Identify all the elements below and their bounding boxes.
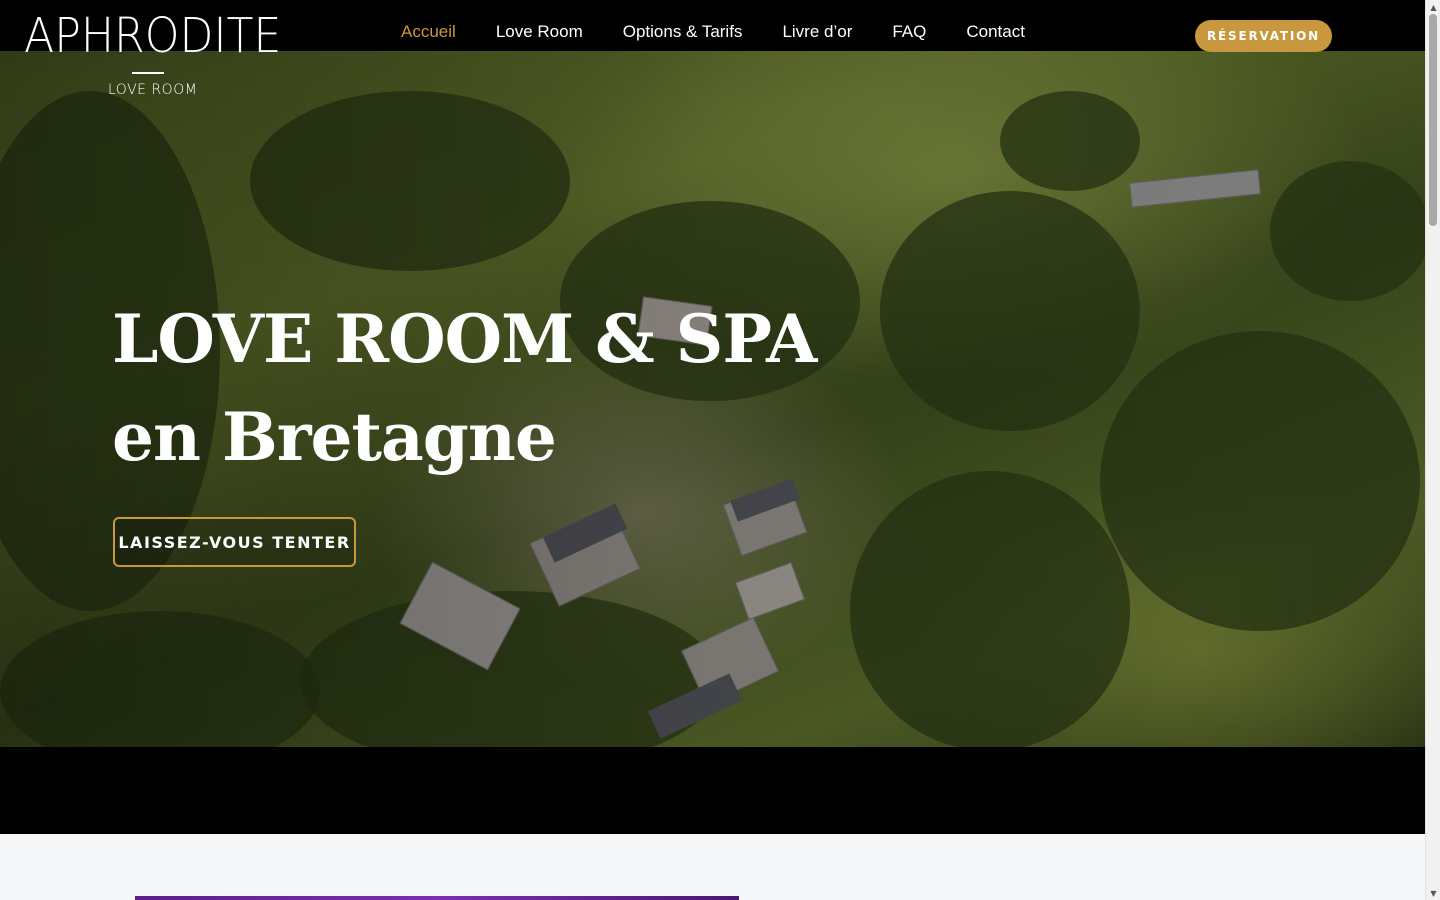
logo-divider [132,72,164,74]
chevron-down-icon[interactable]: ▼ [1426,886,1440,900]
content-image-top-edge [135,896,739,900]
nav-item-love-room[interactable]: Love Room [496,22,583,42]
hero-title-line-2: en Bretagne [112,398,557,476]
nav-item-options-tarifs[interactable]: Options & Tarifs [623,22,743,42]
main-nav: Accueil Love Room Options & Tarifs Livre… [401,22,1065,42]
nav-item-faq[interactable]: FAQ [892,22,926,42]
chevron-up-icon[interactable]: ▲ [1426,0,1440,14]
laissez-vous-tenter-button[interactable]: LAISSEZ-VOUS TENTER [113,517,356,567]
brand-tagline: LOVE ROOM [108,82,198,98]
section-divider-band [0,747,1425,834]
hero-title: LOVE ROOM & SPA en Bretagne [112,290,817,486]
page-scrollbar[interactable]: ▲ ▼ [1425,0,1440,900]
nav-item-livre-dor[interactable]: Livre d’or [782,22,852,42]
brand-logo[interactable]: APHRODITE LOVE ROOM [24,12,284,102]
scrollbar-thumb[interactable] [1429,14,1437,226]
content-section [0,834,1425,900]
reservation-button[interactable]: RÉSERVATION [1195,20,1332,52]
nav-item-contact[interactable]: Contact [966,22,1025,42]
nav-item-accueil[interactable]: Accueil [401,22,456,42]
hero-title-line-1: LOVE ROOM & SPA [112,300,817,378]
brand-name: APHRODITE [24,8,282,64]
